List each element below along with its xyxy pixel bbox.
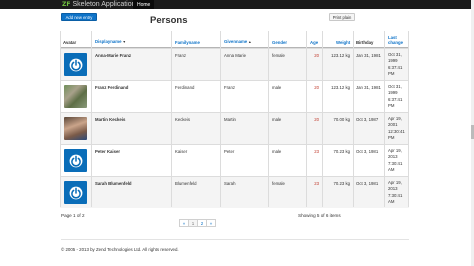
last-change-line: PM [388, 102, 395, 108]
cell-weight: 70.23 kg [333, 181, 351, 186]
avatar [64, 181, 87, 204]
col-divider [91, 31, 92, 207]
header-weight[interactable]: Weight [336, 40, 350, 45]
header-last-change[interactable]: Last change [388, 35, 403, 45]
col-divider [384, 31, 385, 207]
header-avatar: Avatar [63, 40, 77, 45]
cell-gender: male [272, 149, 282, 154]
cell-givenname: Sarah [224, 181, 236, 186]
cell-last-change: Apr 19, 2001 12:30:41 PM [388, 116, 408, 141]
col-divider [268, 31, 269, 207]
header-age[interactable]: Age [310, 40, 318, 45]
zf-logo-icon: ZF [62, 1, 71, 8]
cell-weight: 70.00 kg [333, 117, 351, 122]
col-divider [353, 31, 354, 207]
cell-familyname: Blumenfeld [175, 181, 197, 186]
cell-last-change: Oct 31, 1999 6:37:41 PM [388, 52, 408, 77]
cell-displayname: Martin Keckeis [95, 117, 126, 122]
cell-familyname: Kaiser [175, 149, 188, 154]
col-divider [408, 31, 409, 207]
last-change-line: PM [388, 70, 395, 76]
cell-displayname: Anna-Marie Franz [95, 53, 132, 58]
header-displayname-label: Displayname [95, 39, 122, 44]
header-givenname-label: Givenname [224, 39, 248, 44]
cell-weight: 123.12 kg [331, 85, 350, 90]
cell-displayname: Franz Ferdinand [95, 85, 129, 90]
col-divider [220, 31, 221, 207]
add-new-entry-button[interactable]: Add new entry [61, 13, 97, 21]
power-icon [69, 58, 82, 71]
brand[interactable]: ZF Skeleton Application [62, 0, 136, 9]
col-divider [322, 31, 323, 207]
power-icon [69, 186, 82, 199]
cell-birthday: Oct 3, 1981 [356, 149, 379, 154]
cell-givenname: Anna Marie [224, 53, 246, 58]
cell-familyname: Keckeis [175, 117, 191, 122]
table-row[interactable]: Martin Keckeis Keckeis Martin male 20 70.00 k… [60, 112, 409, 144]
print-plain-button[interactable]: Print plain [329, 13, 355, 21]
cell-familyname: Ferdinand [175, 85, 195, 90]
cell-last-change: Apr 19, 2013 7:30:41 AM [388, 148, 408, 173]
page-info: Page 1 of 2 [61, 213, 85, 218]
power-icon [69, 154, 82, 167]
cell-gender: male [272, 117, 282, 122]
avatar [64, 53, 87, 76]
footer-copyright: © 2005 - 2013 by Zend Technologies Ltd. … [61, 247, 179, 252]
header-displayname[interactable]: Displayname▼ [95, 39, 126, 45]
sort-desc-icon: ▼ [122, 40, 126, 44]
footer-divider [61, 239, 409, 240]
pagination-next[interactable]: » [206, 219, 216, 227]
last-change-line: AM [388, 198, 395, 204]
col-divider [60, 31, 61, 207]
last-change-line: PM [388, 134, 395, 140]
header-change-label: change [388, 40, 404, 45]
cell-weight: 123.12 kg [331, 53, 350, 58]
cell-age: 23 [314, 149, 319, 154]
cell-birthday: Oct 3, 1981 [356, 181, 379, 186]
table-header-row: Avatar Displayname▼ Familyname Givenname… [60, 31, 409, 48]
header-givenname[interactable]: Givenname▲ [224, 39, 252, 45]
last-change-line: AM [388, 166, 395, 172]
avatar-photo [64, 117, 87, 140]
table-row[interactable]: Franz Ferdinand Ferdinand Franz male 20 123.1… [60, 80, 409, 112]
sort-asc-icon: ▲ [248, 40, 252, 44]
cell-givenname: Franz [224, 85, 235, 90]
cell-last-change: Oct 31, 1999 6:37:41 PM [388, 84, 408, 109]
header-familyname[interactable]: Familyname [175, 40, 200, 45]
cell-gender: female [272, 53, 285, 58]
cell-weight: 70.23 kg [333, 149, 351, 154]
header-gender[interactable]: Gender [272, 40, 287, 45]
cell-displayname: Sarah Blumenfeld [95, 181, 132, 186]
pagination: « 1 2 » [179, 219, 216, 227]
cell-age: 23 [314, 181, 319, 186]
cell-age: 20 [314, 53, 319, 58]
nav-home-link[interactable]: Home [133, 0, 155, 9]
cell-last-change: Apr 19, 2013 7:30:41 AM [388, 180, 408, 205]
showing-count: Showing 5 of 6 items [298, 213, 341, 218]
table-row[interactable]: Anna-Marie Franz Franz Anna Marie female 20 1… [60, 48, 409, 80]
cell-birthday: Oct 3, 1987 [356, 117, 379, 122]
brand-name: Skeleton Application [72, 1, 136, 8]
cell-age: 20 [314, 85, 319, 90]
top-navbar: ZF Skeleton Application Home [0, 0, 474, 9]
avatar-photo [64, 85, 87, 108]
col-divider [306, 31, 307, 207]
cell-givenname: Martin [224, 117, 236, 122]
table-row[interactable]: Sarah Blumenfeld Blumenfeld Sarah female 23 7… [60, 176, 409, 208]
page-title: Persons [150, 15, 188, 26]
table-row[interactable]: Peter Kaiser Kaiser Peter male 23 70.23 kg Oct… [60, 144, 409, 176]
cell-gender: male [272, 85, 282, 90]
col-divider [171, 31, 172, 207]
cell-birthday: Jan 31, 1981 [356, 85, 381, 90]
cell-familyname: Franz [175, 53, 186, 58]
cell-age: 20 [314, 117, 319, 122]
avatar [64, 149, 87, 172]
cell-displayname: Peter Kaiser [95, 149, 121, 154]
cell-gender: female [272, 181, 285, 186]
cell-givenname: Peter [224, 149, 235, 154]
header-birthday: Birthday [356, 40, 374, 45]
cell-birthday: Jan 31, 1981 [356, 53, 381, 58]
